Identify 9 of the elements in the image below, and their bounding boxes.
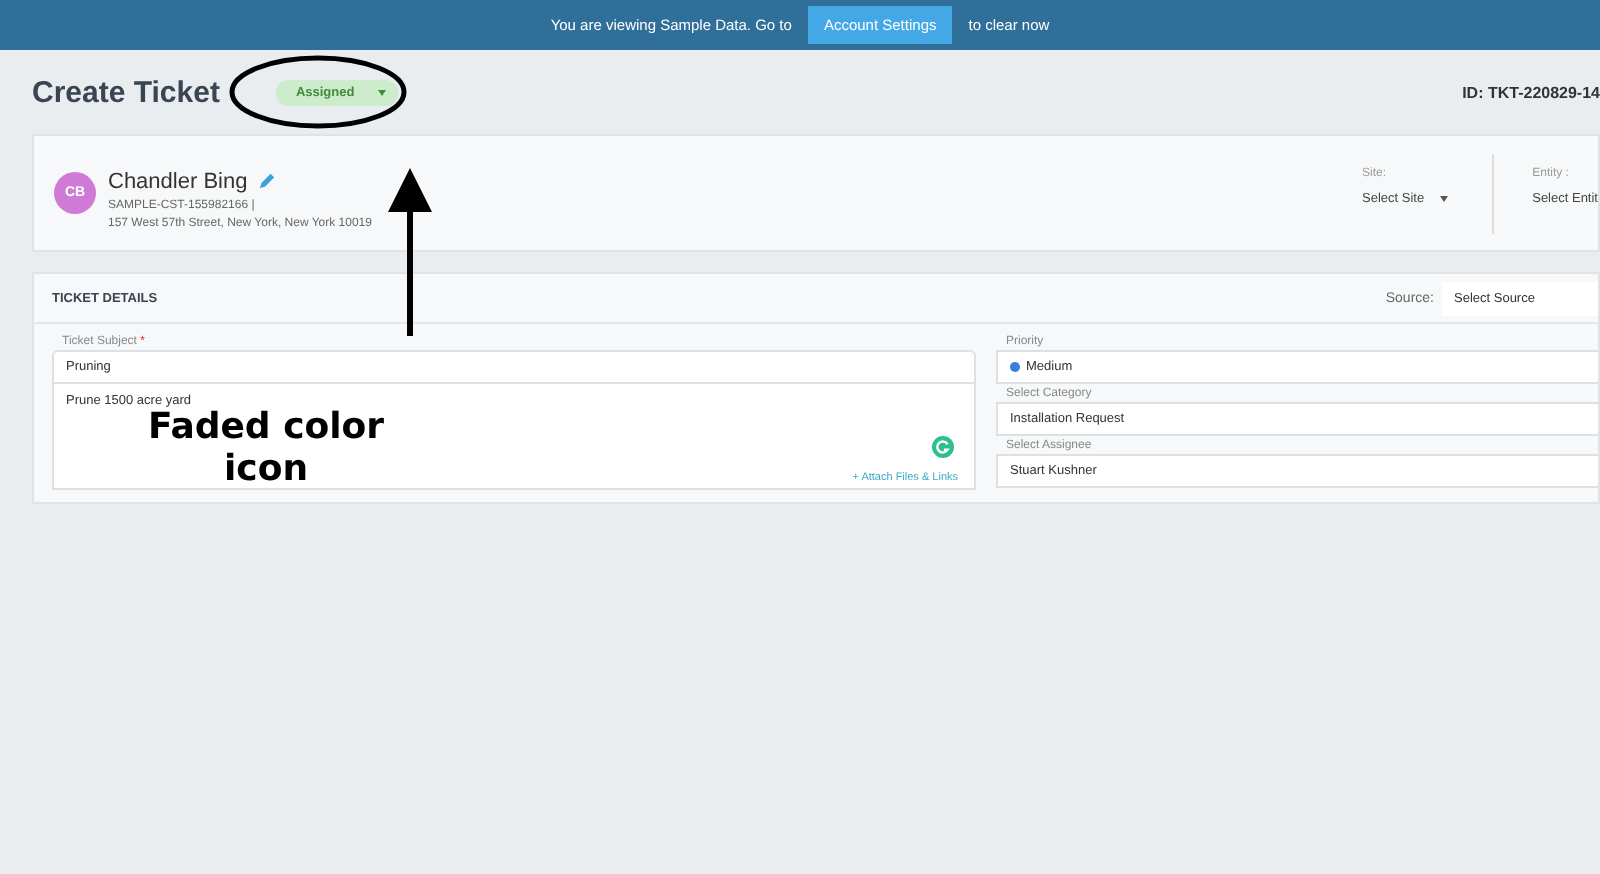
annotation-text: Faded color icon — [145, 406, 387, 490]
customer-name: Chandler Bing — [108, 169, 248, 193]
ticket-id: ID: TKT-220829-14 — [1462, 83, 1600, 101]
circular-arrow-icon — [932, 436, 954, 458]
caret-icon — [1440, 196, 1449, 202]
priority-dot-icon — [1010, 362, 1020, 372]
page-title: Create Ticket — [32, 75, 220, 109]
caret-icon — [378, 89, 387, 95]
pencil-icon[interactable] — [257, 172, 276, 190]
